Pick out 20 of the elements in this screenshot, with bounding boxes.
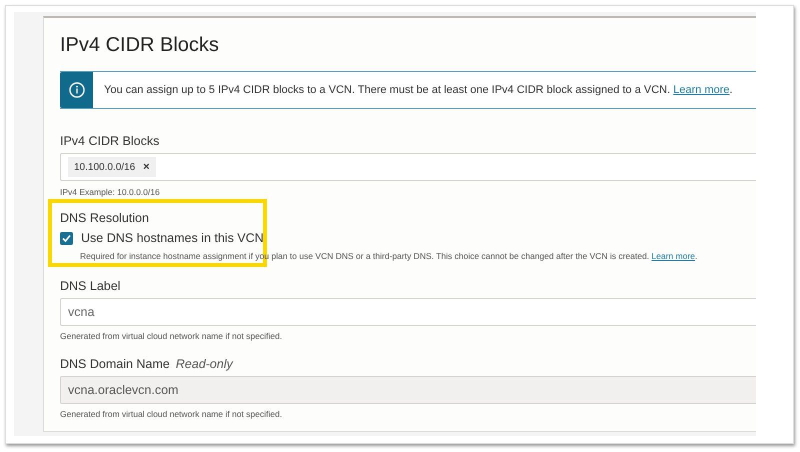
info-icon [68,82,84,98]
section-title: IPv4 CIDR Blocks [60,33,220,57]
checkbox[interactable] [60,232,73,244]
remove-button[interactable]: × [143,161,150,173]
cidr-input[interactable]: 10.100.0.0/16 × [60,153,756,181]
tag-text: 10.100.0.0/16 [74,162,136,172]
domain-name-input: vcna.oraclevcn.com [60,376,756,404]
field-label: IPv4 CIDR Blocks [60,133,160,149]
learn-more-link[interactable]: Learn more [673,84,730,96]
info-message: You can assign up to 5 IPv4 CIDR blocks to a VCN. There must be at least one IPv4 CIDR block assigned to a VCN. Learn more. [104,84,733,96]
field-label: DNS Label [60,278,120,294]
read-only-note: Read-only [176,356,233,372]
field-label: DNS Domain Name [60,356,170,372]
field-hint: IPv4 Example: 10.0.0.0/16 [60,187,161,198]
learn-more-link[interactable]: Learn more [652,251,696,261]
checkbox-label: Use DNS hostnames in this VCN [81,231,264,245]
field-hint: Generated from virtual cloud network name if not specified. [60,409,284,420]
dns-label-input[interactable]: vcna [60,298,756,326]
field-hint: Generated from virtual cloud network name if not specified. [60,331,284,342]
field-label: DNS Resolution [60,210,149,226]
